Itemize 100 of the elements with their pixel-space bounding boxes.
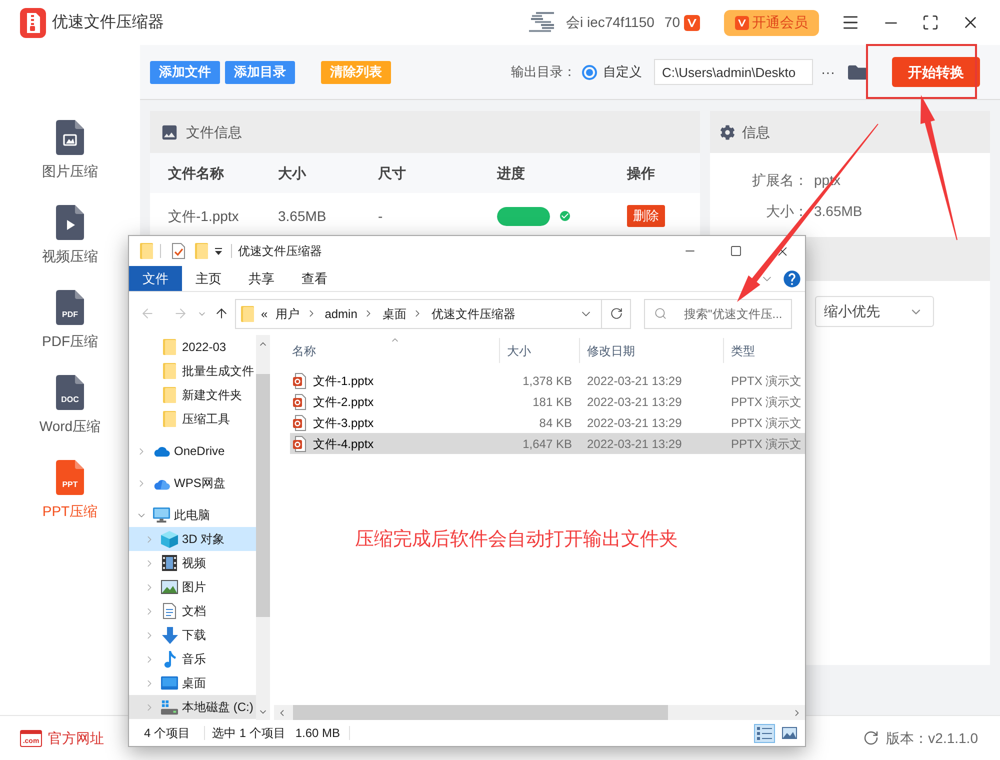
app-title: 优速文件压缩器: [52, 12, 164, 32]
dropdown-caret-icon[interactable]: [215, 248, 222, 254]
nav-item[interactable]: OneDrive: [129, 439, 256, 463]
nav-item[interactable]: 新建文件夹: [129, 383, 256, 407]
delete-button[interactable]: 删除: [627, 205, 665, 227]
presentation-file-icon: [293, 394, 306, 410]
file-type: PPTX 演示文: [731, 394, 802, 410]
folder-icon[interactable]: [848, 62, 867, 82]
table-cell-text: -: [378, 206, 383, 226]
search-field[interactable]: 搜索"优速文件压...: [644, 298, 792, 328]
nav-item[interactable]: 桌面: [129, 671, 256, 695]
path-segment[interactable]: admin: [324, 304, 358, 322]
annotation-text: 压缩完成后软件会自动打开输出文件夹: [355, 529, 678, 551]
radio-label[interactable]: 自定义: [603, 62, 642, 82]
file-size: 181 KB: [532, 394, 572, 410]
cube-icon: [161, 530, 178, 548]
thumbnail-view-icon: [782, 727, 797, 739]
document-icon: [56, 375, 84, 410]
file-name: 文件-4.pptx: [313, 436, 374, 452]
film-icon: [162, 555, 177, 571]
folder-icon: [163, 387, 176, 403]
path-segment[interactable]: 用户: [276, 304, 300, 322]
app-logo-icon: [20, 8, 46, 38]
music-note-icon: [164, 650, 176, 668]
maximize-icon[interactable]: [730, 245, 742, 257]
column-header: 操作: [627, 164, 655, 182]
nav-item[interactable]: 音乐: [129, 647, 256, 671]
nav-item[interactable]: 压缩工具: [129, 407, 256, 431]
vertical-scrollbar[interactable]: [256, 335, 270, 720]
horizontal-scrollbar[interactable]: [274, 705, 805, 720]
file-name: 文件-3.pptx: [313, 414, 374, 432]
cloud-icon: [153, 445, 170, 457]
file-row[interactable]: 文件-1.pptx 1,378 KB 2022-03-21 13:29 PPTX 演示文: [290, 370, 805, 391]
file-row[interactable]: 文件-3.pptx 84 KB 2022-03-21 13:29 PPTX 演示文: [290, 412, 805, 433]
refresh-icon[interactable]: [863, 730, 880, 746]
table-cell-text: 文件-1.pptx: [168, 206, 239, 226]
file-date: 2022-03-21 13:29: [587, 394, 683, 410]
nav-item[interactable]: 视频: [129, 551, 256, 575]
radio-button[interactable]: [582, 64, 597, 80]
column-header[interactable]: 修改日期: [580, 338, 724, 363]
fullscreen-icon[interactable]: [922, 14, 939, 31]
output-label: 输出目录：: [511, 63, 576, 82]
file-type: PPTX 演示文: [731, 372, 802, 390]
view-toggle[interactable]: [754, 724, 775, 742]
version-label: 版本：v2.1.1.0: [886, 728, 978, 748]
nav-item[interactable]: 本地磁盘 (C:): [129, 695, 256, 719]
file-type-label: PDF: [62, 311, 78, 319]
nav-item[interactable]: 图片: [129, 575, 256, 599]
menu-icon[interactable]: [841, 13, 860, 32]
path-segment[interactable]: 优速文件压缩器: [431, 304, 516, 322]
path-segment[interactable]: 桌面: [382, 304, 406, 322]
panel-title: 文件信息: [186, 122, 242, 142]
search-icon: [654, 306, 667, 320]
up-icon[interactable]: [214, 306, 228, 321]
column-header[interactable]: 大小: [500, 338, 580, 363]
nav-item[interactable]: 批量生成文件: [129, 359, 256, 383]
start-button[interactable]: 开始转换: [892, 57, 980, 87]
nav-item[interactable]: 2022-03: [129, 335, 256, 359]
column-header[interactable]: 类型: [724, 338, 805, 363]
sidebar-item[interactable]: DOC Word压缩: [39, 375, 101, 436]
table-cell-text: 3.65MB: [278, 206, 326, 226]
file-row[interactable]: 文件-4.pptx 1,647 KB 2022-03-21 13:29 PPTX 演示文: [290, 433, 805, 454]
ribbon-tab[interactable]: 主页: [182, 266, 235, 291]
nav-item[interactable]: 文档: [129, 599, 256, 623]
nav-item[interactable]: 此电脑: [129, 503, 256, 527]
more-button[interactable]: ···: [821, 65, 835, 79]
ribbon-tab[interactable]: 文件: [129, 266, 182, 291]
window-title: 优速文件压缩器: [238, 243, 322, 260]
scrollbar-thumb[interactable]: [256, 374, 270, 617]
document-icon: [56, 290, 84, 325]
column-header: 尺寸: [378, 164, 406, 182]
help-icon[interactable]: [782, 268, 802, 288]
file-row[interactable]: 文件-2.pptx 181 KB 2022-03-21 13:29 PPTX 演示文: [290, 391, 805, 412]
file-size: 1,647 KB: [522, 436, 572, 452]
refresh-button[interactable]: [602, 298, 631, 328]
folder-icon: [195, 243, 208, 259]
folder-icon: [163, 363, 176, 379]
sidebar-item[interactable]: 视频压缩: [42, 205, 98, 266]
file-date: 2022-03-21 13:29: [587, 414, 683, 432]
sidebar-item[interactable]: PDF PDF压缩: [42, 290, 98, 351]
folder-icon: [163, 339, 176, 355]
ribbon-tab[interactable]: 共享: [235, 266, 288, 291]
ribbon-tab[interactable]: 查看: [288, 266, 341, 291]
output-path-field[interactable]: C:\Users\admin\Deskto: [654, 59, 813, 85]
sidebar-item[interactable]: 图片压缩: [42, 120, 98, 181]
document-check-icon[interactable]: [172, 243, 185, 259]
nav-item[interactable]: 下载: [129, 623, 256, 647]
nav-item[interactable]: WPS网盘: [129, 471, 256, 495]
mode-select[interactable]: 缩小优先: [815, 296, 934, 327]
field-value: 3.65MB: [814, 202, 862, 220]
file-type: PPTX 演示文: [731, 414, 802, 432]
column-header[interactable]: 名称: [290, 338, 500, 363]
address-bar[interactable]: « 用户 admin 桌面 优速文件压缩器: [235, 298, 602, 328]
folder-icon: [140, 243, 153, 259]
nav-item[interactable]: 3D 对象: [129, 527, 256, 551]
panel-title: 信息: [742, 122, 770, 142]
scrollbar-thumb[interactable]: [293, 705, 668, 720]
details-view-icon: [757, 726, 772, 740]
path-overflow[interactable]: «: [261, 304, 268, 322]
video-file-icon: [56, 205, 84, 240]
